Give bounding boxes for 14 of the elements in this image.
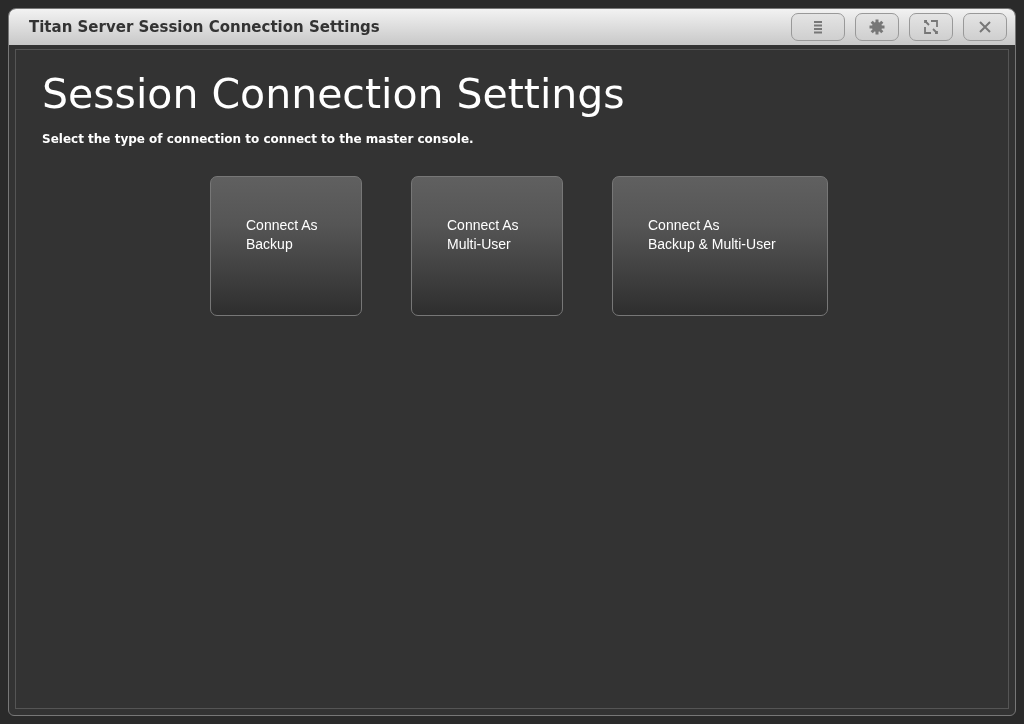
window-title: Titan Server Session Connection Settings bbox=[29, 18, 380, 36]
connect-button[interactable]: Connect As Multi-User bbox=[411, 176, 563, 316]
close-icon bbox=[978, 20, 992, 34]
menu-icon bbox=[811, 20, 825, 34]
settings-button[interactable] bbox=[855, 13, 899, 41]
resize-icon bbox=[923, 19, 939, 35]
page-heading: Session Connection Settings bbox=[42, 70, 626, 118]
resize-button[interactable] bbox=[909, 13, 953, 41]
settings-icon bbox=[869, 19, 885, 35]
instruction-text: Select the type of connection to connect to the master console. bbox=[42, 132, 475, 146]
menu-button[interactable] bbox=[791, 13, 845, 41]
close-button[interactable] bbox=[963, 13, 1007, 41]
connect-button[interactable]: Connect As Backup & Multi-User bbox=[612, 176, 828, 316]
connect-button[interactable]: Connect As Backup bbox=[210, 176, 362, 316]
